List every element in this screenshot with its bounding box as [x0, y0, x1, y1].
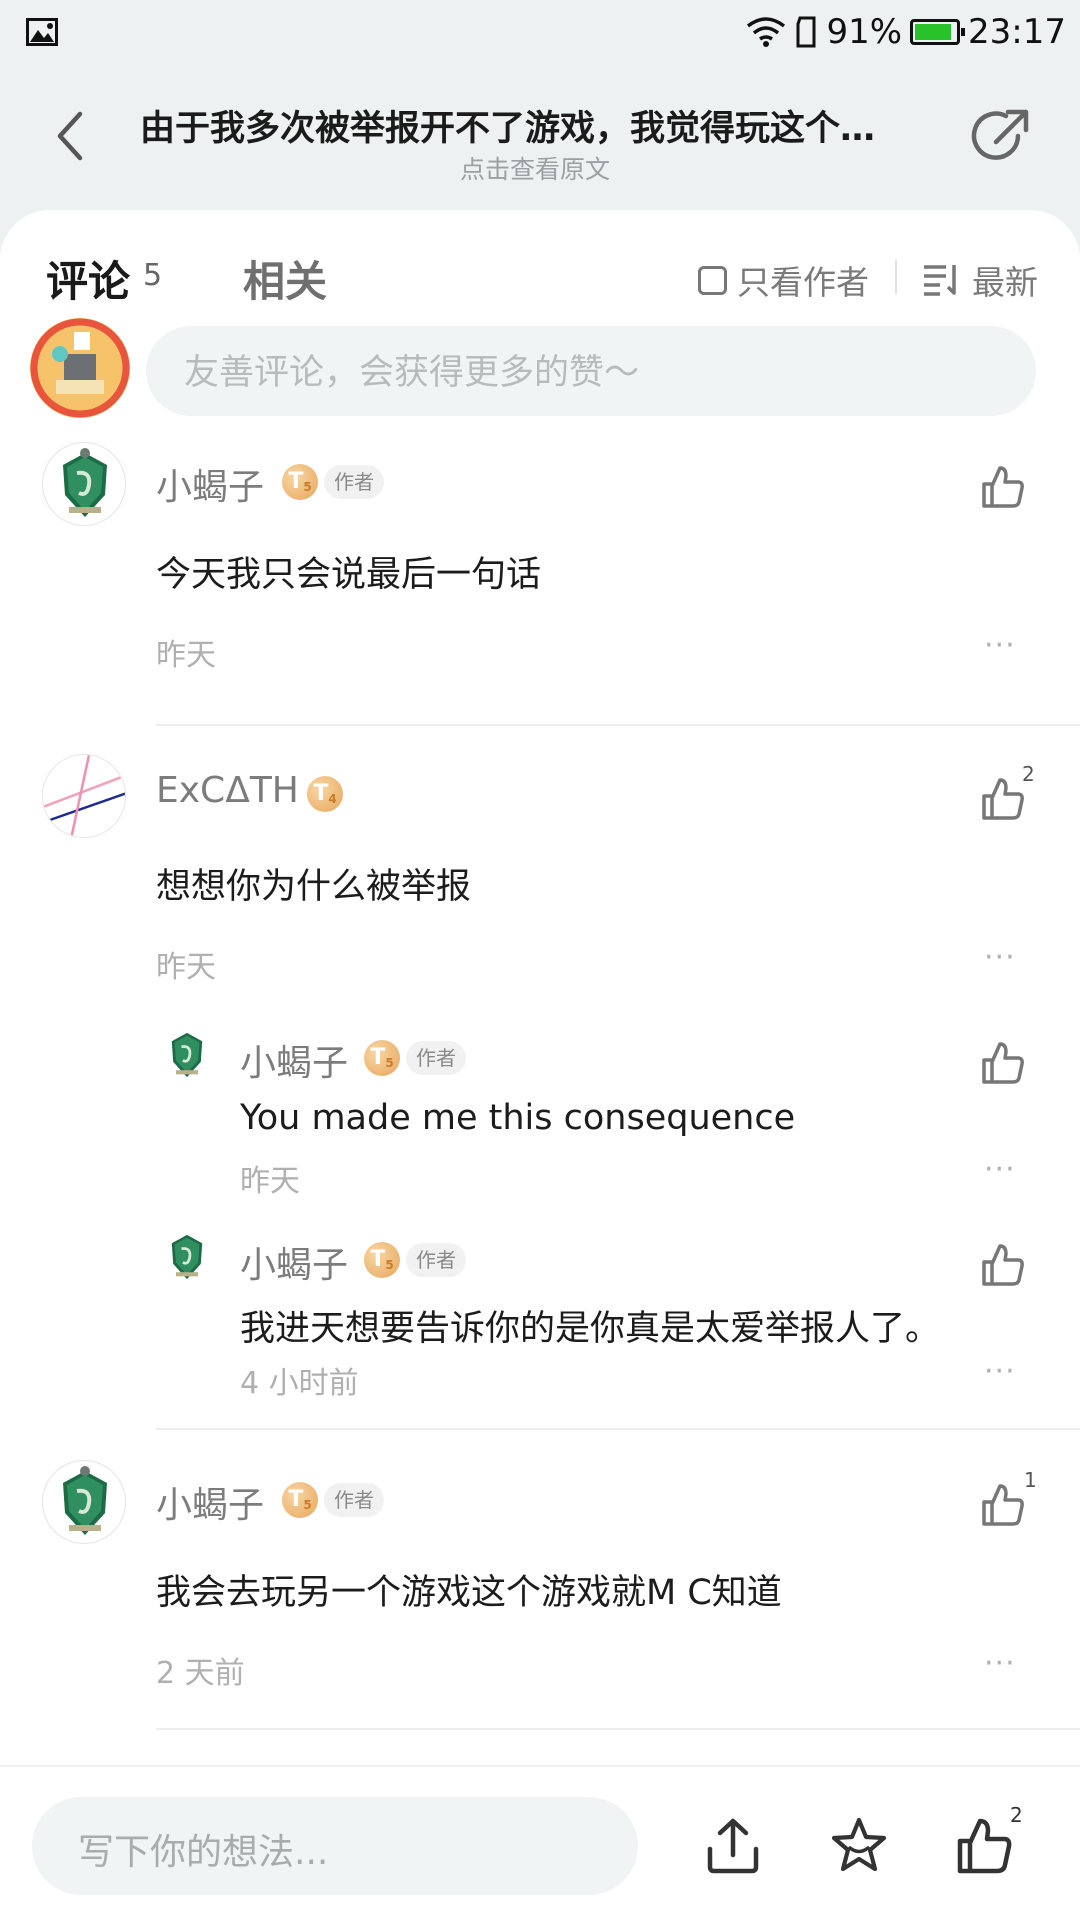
- like-icon[interactable]: [978, 774, 1028, 824]
- username[interactable]: ExCΔTH: [156, 770, 299, 811]
- comment-text: 我会去玩另一个游戏这个游戏就M C知道: [156, 1573, 782, 1613]
- avatar[interactable]: [42, 754, 126, 838]
- checkbox-icon[interactable]: [698, 265, 727, 295]
- like-icon[interactable]: [978, 1038, 1028, 1088]
- wifi-icon: [747, 17, 786, 47]
- comment-time: 2 天前: [156, 1656, 245, 1691]
- clock: 23:17: [968, 12, 1066, 52]
- comment-text: 今天我只会说最后一句话: [156, 555, 542, 595]
- sort-button[interactable]: 最新: [922, 256, 1038, 304]
- author-only-label: 只看作者: [737, 263, 869, 302]
- level-badge: T5: [364, 1040, 400, 1076]
- reply-text: 我进天想要告诉你的是你真是太爱举报人了。: [240, 1309, 941, 1349]
- level-number: 5: [303, 1498, 312, 1512]
- battery-fill: [915, 24, 952, 40]
- more-options-icon[interactable]: ···: [984, 940, 1016, 975]
- author-tag: 作者: [406, 1243, 466, 1277]
- username[interactable]: 小蝎子: [156, 1476, 264, 1528]
- more-options-icon[interactable]: ···: [984, 1354, 1016, 1389]
- username[interactable]: 小蝎子: [156, 458, 264, 510]
- level-number: 5: [385, 1258, 394, 1272]
- author-tag: 作者: [406, 1041, 466, 1075]
- author-only-toggle[interactable]: 只看作者: [698, 256, 869, 304]
- sort-icon: [924, 265, 956, 296]
- back-arrow-icon[interactable]: [50, 108, 90, 164]
- level-number: 5: [303, 480, 312, 494]
- divider: [156, 1728, 1080, 1730]
- filter-divider: [895, 260, 897, 294]
- image-notification-icon: [26, 18, 58, 46]
- post-title: 由于我多次被举报开不了游戏，我觉得玩这个…: [140, 109, 876, 149]
- level-badge: T5: [282, 464, 318, 500]
- more-options-icon[interactable]: ···: [984, 1152, 1016, 1187]
- like-count: 2: [1010, 1803, 1023, 1827]
- comment-time: 昨天: [156, 950, 216, 985]
- battery-icon: [910, 19, 966, 45]
- like-icon[interactable]: [978, 1240, 1028, 1290]
- reply-time: 昨天: [240, 1164, 300, 1199]
- level-letter: T: [370, 1045, 386, 1070]
- sim-icon: [796, 16, 816, 48]
- bottom-bar: 写下你的想法... 2: [0, 1765, 1080, 1920]
- reply-time: 4 小时前: [240, 1366, 359, 1401]
- author-tag: 作者: [324, 1483, 384, 1517]
- reply-text: You made me this consequence: [240, 1098, 796, 1138]
- favorite-star-icon[interactable]: [828, 1815, 890, 1877]
- sort-label: 最新: [972, 263, 1038, 302]
- reply-avatar[interactable]: [158, 1026, 216, 1084]
- avatar[interactable]: [42, 442, 126, 526]
- reply-username[interactable]: 小蝎子: [240, 1034, 348, 1086]
- like-count: 2: [1022, 762, 1035, 786]
- my-avatar[interactable]: [30, 318, 130, 418]
- comment-item: 小蝎子 T5 作者 今天我只会说最后一句话 昨天 ···: [0, 442, 1080, 772]
- author-tag: 作者: [324, 465, 384, 499]
- tab-comments[interactable]: 评论: [46, 248, 130, 309]
- write-comment-input[interactable]: 写下你的想法...: [32, 1797, 638, 1895]
- share-upload-icon[interactable]: [702, 1815, 764, 1877]
- like-count: 1: [1024, 1468, 1037, 1492]
- comment-input-row: 友善评论，会获得更多的赞～: [0, 318, 1080, 432]
- divider: [156, 724, 1080, 726]
- level-letter: T: [288, 1487, 304, 1512]
- level-number: 4: [328, 792, 337, 806]
- battery-percent: 91%: [826, 12, 903, 52]
- level-badge: T4: [307, 776, 343, 812]
- share-icon[interactable]: [970, 106, 1032, 168]
- header: 由于我多次被举报开不了游戏，我觉得玩这个… 点击查看原文: [0, 64, 1080, 204]
- level-letter: T: [288, 469, 304, 494]
- more-options-icon[interactable]: ···: [984, 628, 1016, 663]
- comment-item: ExCΔTH T4 2 想想你为什么被举报 昨天 ··· 小蝎子 T5 作者 Y…: [0, 754, 1080, 1401]
- comment-item: 小蝎子 T5 作者 1 我会去玩另一个游戏这个游戏就M C知道 2 天前 ···: [0, 1460, 1080, 1720]
- level-letter: T: [313, 781, 329, 806]
- like-icon[interactable]: [978, 1480, 1028, 1530]
- view-original-link[interactable]: 点击查看原文: [140, 150, 930, 186]
- avatar[interactable]: [42, 1460, 126, 1544]
- status-bar: 91% 23:17: [0, 0, 1080, 64]
- comment-input[interactable]: 友善评论，会获得更多的赞～: [146, 326, 1036, 416]
- level-number: 5: [385, 1056, 394, 1070]
- comments-count: 5: [143, 258, 163, 293]
- more-options-icon[interactable]: ···: [984, 1646, 1016, 1681]
- reply-username[interactable]: 小蝎子: [240, 1236, 348, 1288]
- comment-time: 昨天: [156, 638, 216, 673]
- divider: [156, 1428, 1080, 1430]
- level-letter: T: [370, 1247, 386, 1272]
- reply-avatar[interactable]: [158, 1228, 216, 1286]
- like-icon[interactable]: [954, 1815, 1016, 1877]
- comments-panel: 评论 5 相关 只看作者 最新 友善评论，会获得更多的赞～ 小蝎子 T5 作者 …: [0, 210, 1080, 1765]
- like-icon[interactable]: [978, 462, 1028, 512]
- tab-bar: 评论 5 相关 只看作者 最新: [0, 210, 1080, 330]
- comment-text: 想想你为什么被举报: [156, 867, 472, 907]
- level-badge: T5: [364, 1242, 400, 1278]
- tab-related[interactable]: 相关: [243, 248, 327, 309]
- level-badge: T5: [282, 1482, 318, 1518]
